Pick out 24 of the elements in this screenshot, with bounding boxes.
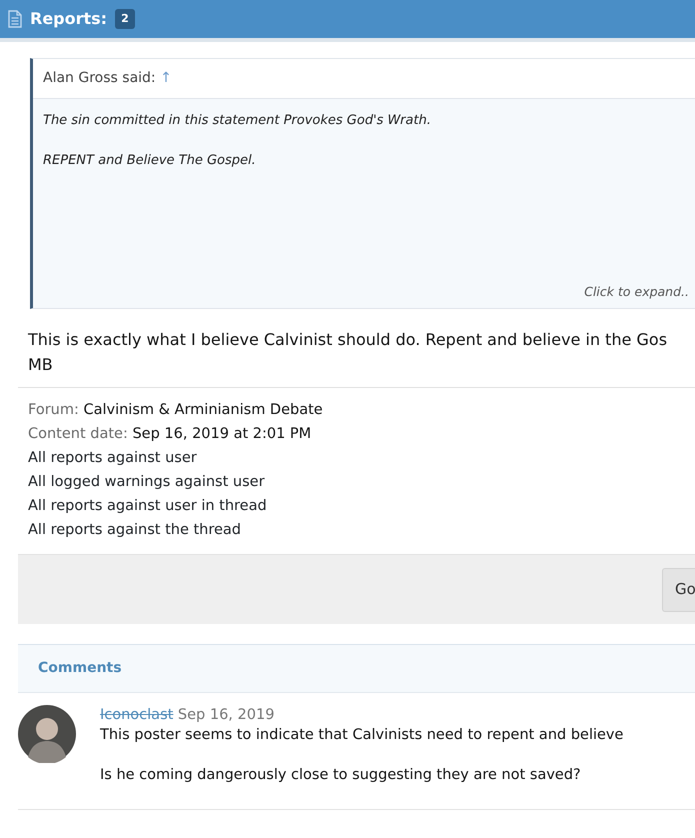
- go-button[interactable]: Go: [662, 568, 695, 612]
- info-label: Content date:: [28, 426, 128, 442]
- comment-date: Sep 16, 2019: [178, 707, 274, 723]
- quote-author: Alan Gross said:: [43, 70, 156, 86]
- document-icon: [8, 10, 22, 28]
- quote-text: The sin committed in this statement Provokes God's Wrath.: [43, 112, 432, 130]
- comment-text: Is he coming dangerously close to suggesting they are not saved?: [100, 766, 582, 785]
- comment-text: This poster seems to indicate that Calvinists need to repent and believe: [100, 726, 624, 745]
- info-label: Forum:: [28, 402, 79, 418]
- report-link[interactable]: All reports against user: [28, 450, 197, 466]
- report-link[interactable]: All logged warnings against user: [28, 474, 265, 490]
- avatar: [18, 705, 76, 763]
- message-text: MB: [28, 354, 54, 376]
- info-value: Calvinism & Arminianism Debate: [83, 402, 323, 418]
- report-link[interactable]: All reports against the thread: [28, 522, 242, 538]
- author-link[interactable]: Iconoclast: [100, 707, 174, 723]
- count-badge: 2: [115, 8, 135, 30]
- quote-text: REPENT and Believe The Gospel.: [43, 152, 257, 170]
- expand-link[interactable]: Click to expand..: [584, 284, 689, 298]
- report-link[interactable]: All reports against user in thread: [28, 498, 267, 514]
- info-value: Sep 16, 2019 at 2:01 PM: [132, 426, 312, 442]
- page-title: Reports:: [30, 8, 108, 30]
- comments-header: Comments: [18, 644, 695, 693]
- message-text: This is exactly what I believe Calvinist should do. Repent and believe in the Gos: [28, 329, 668, 351]
